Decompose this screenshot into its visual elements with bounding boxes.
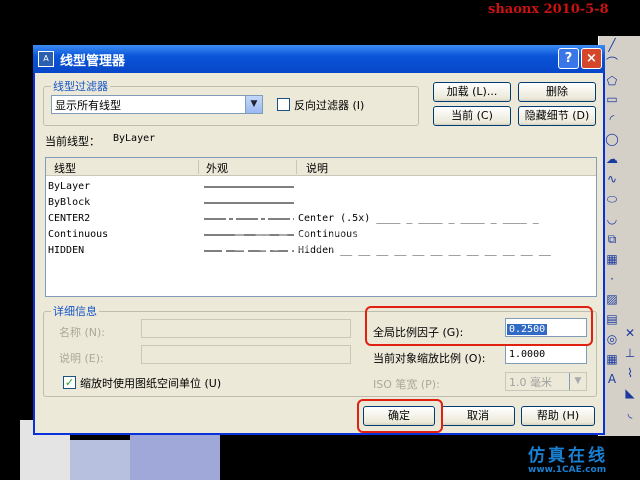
list-item[interactable]: CENTER2 Center (.5x) ____ _ ____ _ ____ … [46, 211, 596, 227]
chevron-down-icon: ▼ [569, 373, 586, 390]
break-icon[interactable]: ⌇ [623, 366, 637, 380]
fillet-icon[interactable]: ◟ [623, 406, 637, 420]
name-label: 名称 (N): [59, 326, 106, 339]
filter-group-label: 线型过滤器 [51, 78, 110, 94]
autocad-app-icon: A [38, 51, 54, 67]
watermark-author-date: shaonx 2010-5-8 [488, 2, 609, 17]
object-scale-label: 当前对象缩放比例 (O): [373, 352, 486, 365]
table-icon[interactable]: ▦ [605, 352, 619, 366]
drawing-model-part [130, 430, 220, 480]
paper-space-units-checkbox[interactable]: ✓ [63, 376, 76, 389]
make-block-icon[interactable]: ▦ [605, 252, 619, 266]
iso-pen-width-select[interactable]: 1.0 毫米 ▼ [505, 372, 587, 391]
list-item[interactable]: ByBlock [46, 195, 596, 211]
description-field[interactable] [141, 345, 351, 364]
polyline-icon[interactable]: ⌒ [605, 56, 619, 70]
revcloud-icon[interactable]: ☁ [605, 152, 619, 166]
chevron-down-icon: ▼ [245, 96, 262, 113]
details-group-label: 详细信息 [51, 303, 99, 319]
ellipse-arc-icon[interactable]: ◡ [605, 212, 619, 226]
current-linetype-value: ByLayer [113, 133, 156, 144]
chamfer-icon[interactable]: ◣ [623, 386, 637, 400]
current-linetype-label: 当前线型： [45, 135, 100, 148]
hatch-icon[interactable]: ▨ [605, 292, 619, 306]
paper-space-units-label: 缩放时使用图纸空间单位 (U) [80, 377, 222, 390]
column-header-linetype[interactable]: 线型 [54, 160, 76, 176]
list-item[interactable]: ByLayer [46, 179, 596, 195]
arc-icon[interactable]: ◜ [605, 112, 619, 126]
trim-icon[interactable]: ✕ [623, 326, 637, 340]
description-label: 说明 (E): [59, 352, 104, 365]
rectangle-icon[interactable]: ▭ [605, 92, 619, 106]
column-header-appearance[interactable]: 外观 [206, 160, 228, 176]
linetype-preview [204, 218, 294, 220]
highlight-ok-button [357, 399, 443, 433]
title-bar[interactable]: A 线型管理器 ? × [33, 45, 605, 73]
line-icon[interactable]: ╱ [605, 38, 619, 52]
watermark-center: 1CAE.COM [232, 228, 400, 258]
spline-icon[interactable]: ∿ [605, 172, 619, 186]
gradient-icon[interactable]: ▤ [605, 312, 619, 326]
object-scale-field[interactable]: 1.0000 [505, 345, 587, 364]
hide-details-button[interactable]: 隐藏细节 (D) [518, 106, 596, 126]
point-icon[interactable]: · [605, 272, 619, 286]
highlight-global-scale [365, 306, 593, 346]
linetype-preview [204, 186, 294, 188]
list-header: 线型 外观 说明 [46, 158, 596, 176]
dialog-title: 线型管理器 [60, 53, 126, 69]
circle-icon[interactable]: ◯ [605, 132, 619, 146]
insert-block-icon[interactable]: ⧉ [605, 232, 619, 246]
linetype-filter-select[interactable]: 显示所有线型 ▼ [51, 95, 263, 114]
help-button[interactable]: 帮助 (H) [521, 406, 595, 426]
name-field[interactable] [141, 319, 351, 338]
polygon-icon[interactable]: ⬠ [605, 74, 619, 88]
region-icon[interactable]: ◎ [605, 332, 619, 346]
invert-filter-checkbox[interactable] [277, 98, 290, 111]
watermark-url: www.1CAE.com [528, 465, 607, 475]
linetype-list[interactable]: 线型 外观 说明 ByLayer ByBlock CENTER2 Center … [45, 157, 597, 297]
column-header-description[interactable]: 说明 [306, 160, 328, 176]
extend-icon[interactable]: ⊥ [623, 346, 637, 360]
cancel-button[interactable]: 取消 [441, 406, 515, 426]
iso-pen-width-label: ISO 笔宽 (P): [373, 378, 440, 391]
watermark-logo-text: 仿真在线 [528, 446, 608, 466]
close-button[interactable]: × [581, 48, 602, 69]
set-current-button[interactable]: 当前 (C) [433, 106, 511, 126]
load-button[interactable]: 加载 (L)... [433, 82, 511, 102]
ellipse-icon[interactable]: ⬭ [605, 192, 619, 206]
mtext-icon[interactable]: A [605, 372, 619, 386]
linetype-preview [204, 202, 294, 204]
delete-button[interactable]: 删除 [518, 82, 596, 102]
help-title-button[interactable]: ? [558, 48, 579, 69]
invert-filter-label: 反向过滤器 (I) [294, 99, 365, 112]
